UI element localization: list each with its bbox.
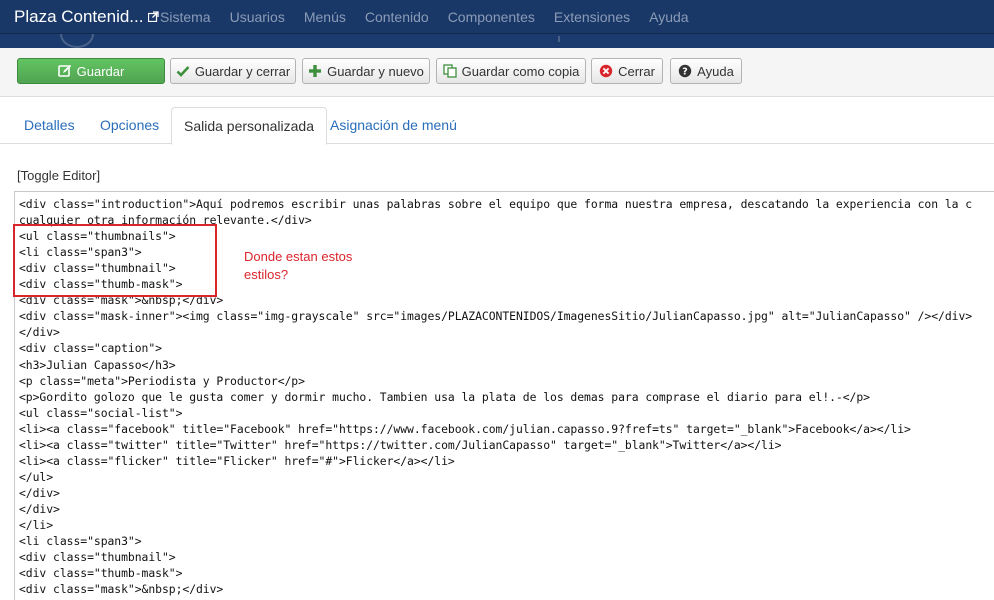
top-navbar: Plaza Contenid... Sistema Usuarios Menús…	[0, 0, 994, 34]
code-line: <li><a class="facebook" title="Facebook"…	[19, 421, 911, 436]
question-circle-icon: ?	[678, 64, 692, 78]
site-brand-name: Plaza Contenid...	[14, 6, 144, 26]
code-line: </div>	[19, 325, 60, 340]
copy-icon	[442, 64, 457, 78]
header-logo-fragment	[60, 34, 94, 48]
code-line: <div class="caption">	[19, 341, 162, 356]
code-line: </ul>	[19, 469, 54, 484]
code-line: </div>	[19, 485, 60, 500]
tab-options[interactable]: Opciones	[88, 107, 171, 144]
code-line: </li>	[19, 518, 54, 532]
help-button-label: Ayuda	[697, 63, 734, 79]
menu-item-menus[interactable]: Menús	[304, 9, 346, 25]
code-line: <p>Gordito golozo que le gusta comer y d…	[19, 389, 870, 404]
menu-item-usuarios[interactable]: Usuarios	[230, 9, 285, 25]
module-tabs: Detalles Opciones Salida personalizada A…	[0, 107, 994, 145]
save-close-button-label: Guardar y cerrar	[194, 63, 291, 79]
code-line: </div>	[19, 501, 60, 516]
code-line: <ul class="social-list">	[19, 405, 183, 420]
main-menu: Sistema Usuarios Menús Contenido Compone…	[160, 9, 708, 25]
annotation-highlight-box	[13, 224, 217, 297]
toggle-editor-link[interactable]: [Toggle Editor]	[17, 168, 100, 183]
header-title-fragment	[558, 36, 564, 42]
action-toolbar: Guardar Guardar y cerrar Guardar y nuevo…	[0, 48, 994, 97]
menu-item-extensiones[interactable]: Extensiones	[554, 9, 630, 25]
code-line: <h3>Julian Capasso</h3>	[19, 357, 176, 372]
save-new-button[interactable]: Guardar y nuevo	[302, 58, 430, 84]
plus-icon	[308, 64, 322, 78]
save-copy-button[interactable]: Guardar como copia	[436, 58, 586, 84]
save-new-button-label: Guardar y nuevo	[327, 63, 424, 79]
save-button-label: Guardar	[76, 63, 125, 79]
save-copy-button-label: Guardar como copia	[461, 63, 580, 79]
tab-menu-assignment[interactable]: Asignación de menú	[318, 107, 469, 144]
code-line: <p class="meta">Periodista y Productor</…	[19, 373, 305, 388]
save-button[interactable]: Guardar	[17, 58, 165, 84]
code-line: <div class="thumb-mask">	[19, 566, 183, 581]
close-circle-icon	[599, 64, 613, 78]
tab-details[interactable]: Detalles	[12, 107, 87, 144]
close-button-label: Cerrar	[618, 63, 655, 79]
code-line: <div class="mask-inner"><img class="img-…	[19, 309, 973, 324]
code-line: <li><a class="twitter" title="Twitter" h…	[19, 437, 782, 452]
svg-text:?: ?	[682, 66, 688, 77]
save-close-button[interactable]: Guardar y cerrar	[170, 58, 296, 84]
menu-item-ayuda[interactable]: Ayuda	[649, 9, 688, 25]
code-line: <div class="mask">&nbsp;</div>	[19, 582, 224, 597]
code-line: <li><a class="flicker" title="Flicker" h…	[19, 453, 455, 468]
edit-icon	[57, 64, 72, 78]
code-line: <li class="span3">	[19, 534, 142, 549]
code-line: <div class="introduction">Aquí podremos …	[19, 197, 973, 211]
menu-item-componentes[interactable]: Componentes	[448, 9, 535, 25]
help-button[interactable]: ? Ayuda	[670, 58, 742, 84]
close-button[interactable]: Cerrar	[591, 58, 663, 84]
tab-custom-output[interactable]: Salida personalizada	[171, 107, 327, 145]
external-link-icon	[148, 11, 160, 22]
menu-item-sistema[interactable]: Sistema	[160, 9, 211, 25]
code-line: <div class="thumbnail">	[19, 550, 176, 565]
checkmark-icon	[176, 64, 190, 78]
header-strip	[0, 34, 994, 48]
site-brand-link[interactable]: Plaza Contenid...	[0, 7, 160, 27]
annotation-note: Donde estan estos estilos?	[244, 249, 353, 282]
menu-item-contenido[interactable]: Contenido	[365, 9, 429, 25]
